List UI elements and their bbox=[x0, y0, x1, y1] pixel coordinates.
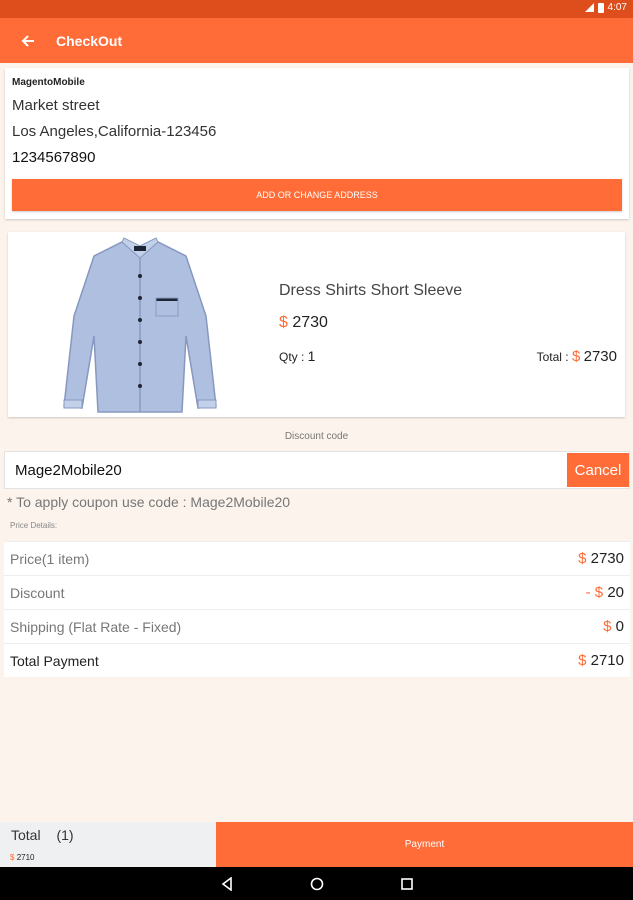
price-details-table: Price(1 item) $ 2730 Discount - $ 20 Shi… bbox=[4, 541, 630, 677]
currency-symbol: $ bbox=[279, 314, 288, 331]
qty-label: Qty : bbox=[279, 350, 308, 364]
currency-symbol: $ bbox=[571, 348, 581, 365]
triangle-back-icon bbox=[221, 877, 232, 891]
address-name: MagentoMobile bbox=[12, 77, 85, 88]
back-nav-button[interactable] bbox=[218, 875, 236, 893]
address-phone: 1234567890 bbox=[12, 149, 96, 166]
product-image bbox=[63, 237, 217, 413]
price-row-label: Discount bbox=[10, 584, 65, 601]
price-row-value: $ 0 bbox=[603, 618, 624, 635]
add-or-change-address-button[interactable]: ADD OR CHANGE ADDRESS bbox=[12, 179, 622, 211]
address-city: Los Angeles,California-123456 bbox=[12, 123, 217, 140]
status-bar: 4:07 bbox=[0, 0, 633, 18]
price-amount: 2730 bbox=[590, 550, 624, 567]
product-price-value: 2730 bbox=[292, 314, 328, 331]
square-recents-icon bbox=[401, 878, 413, 890]
price-amount: 2710 bbox=[590, 652, 624, 669]
address-card: MagentoMobile Market street Los Angeles,… bbox=[5, 68, 629, 219]
price-row: Price(1 item) $ 2730 bbox=[4, 541, 630, 575]
currency-symbol: $ bbox=[10, 853, 15, 862]
summary-amount-value: 2710 bbox=[16, 853, 35, 862]
price-details-label: Price Details: bbox=[10, 521, 58, 530]
discount-row: Discount - $ 20 bbox=[4, 575, 630, 609]
cancel-coupon-button[interactable]: Cancel bbox=[567, 453, 629, 487]
system-nav-bar bbox=[0, 867, 633, 900]
currency-symbol: $ bbox=[603, 618, 612, 635]
product-name: Dress Shirts Short Sleeve bbox=[279, 282, 463, 299]
price-row-label: Total Payment bbox=[10, 652, 99, 669]
price-row-value: $ 2710 bbox=[578, 652, 624, 669]
summary-total-label: Total bbox=[11, 827, 41, 843]
page-title: CheckOut bbox=[56, 32, 123, 49]
currency-symbol: $ bbox=[578, 550, 587, 567]
price-prefix: - bbox=[585, 584, 595, 601]
recents-nav-button[interactable] bbox=[398, 875, 416, 893]
app-bar: CheckOut bbox=[0, 18, 633, 63]
price-row-value: $ 2730 bbox=[578, 550, 624, 567]
discount-code-label: Discount code bbox=[284, 431, 349, 442]
coupon-hint: * To apply coupon use code : Mage2Mobile… bbox=[7, 494, 291, 510]
checkout-bottom-bar: Total (1) $ 2710 Payment bbox=[0, 822, 633, 867]
price-row-label: Price(1 item) bbox=[10, 550, 90, 567]
coupon-code-input[interactable] bbox=[5, 452, 567, 488]
summary-total: Total (1) bbox=[11, 827, 74, 843]
product-quantity: Qty : 1 bbox=[279, 348, 315, 364]
arrow-left-icon bbox=[21, 34, 34, 47]
address-street: Market street bbox=[12, 97, 100, 114]
back-button[interactable] bbox=[0, 18, 56, 63]
product-card[interactable]: Dress Shirts Short Sleeve $ 2730 Qty : 1… bbox=[8, 232, 625, 417]
circle-home-icon bbox=[310, 877, 324, 891]
product-total: Total : $ 2730 bbox=[537, 348, 617, 365]
currency-symbol: $ bbox=[578, 652, 587, 669]
price-row-label: Shipping (Flat Rate - Fixed) bbox=[10, 618, 182, 635]
total-value: 2730 bbox=[583, 348, 617, 365]
price-amount: 0 bbox=[615, 618, 624, 635]
qty-value: 1 bbox=[307, 348, 316, 364]
shipping-row: Shipping (Flat Rate - Fixed) $ 0 bbox=[4, 609, 630, 643]
order-summary: Total (1) $ 2710 bbox=[0, 822, 216, 867]
payment-button[interactable]: Payment bbox=[216, 822, 633, 867]
summary-count: (1) bbox=[56, 827, 74, 843]
summary-amount: $ 2710 bbox=[10, 853, 34, 862]
status-time: 4:07 bbox=[607, 2, 627, 13]
price-amount: 20 bbox=[607, 584, 624, 601]
currency-symbol: $ bbox=[594, 584, 604, 601]
signal-icon bbox=[584, 3, 594, 12]
home-nav-button[interactable] bbox=[308, 875, 326, 893]
product-price: $ 2730 bbox=[279, 314, 328, 332]
price-row-value: - $ 20 bbox=[586, 584, 624, 601]
coupon-row: Cancel bbox=[4, 451, 630, 489]
total-label: Total : bbox=[536, 350, 572, 364]
total-payment-row: Total Payment $ 2710 bbox=[4, 643, 630, 677]
battery-icon bbox=[597, 2, 604, 13]
status-icons: 4:07 bbox=[584, 2, 627, 13]
